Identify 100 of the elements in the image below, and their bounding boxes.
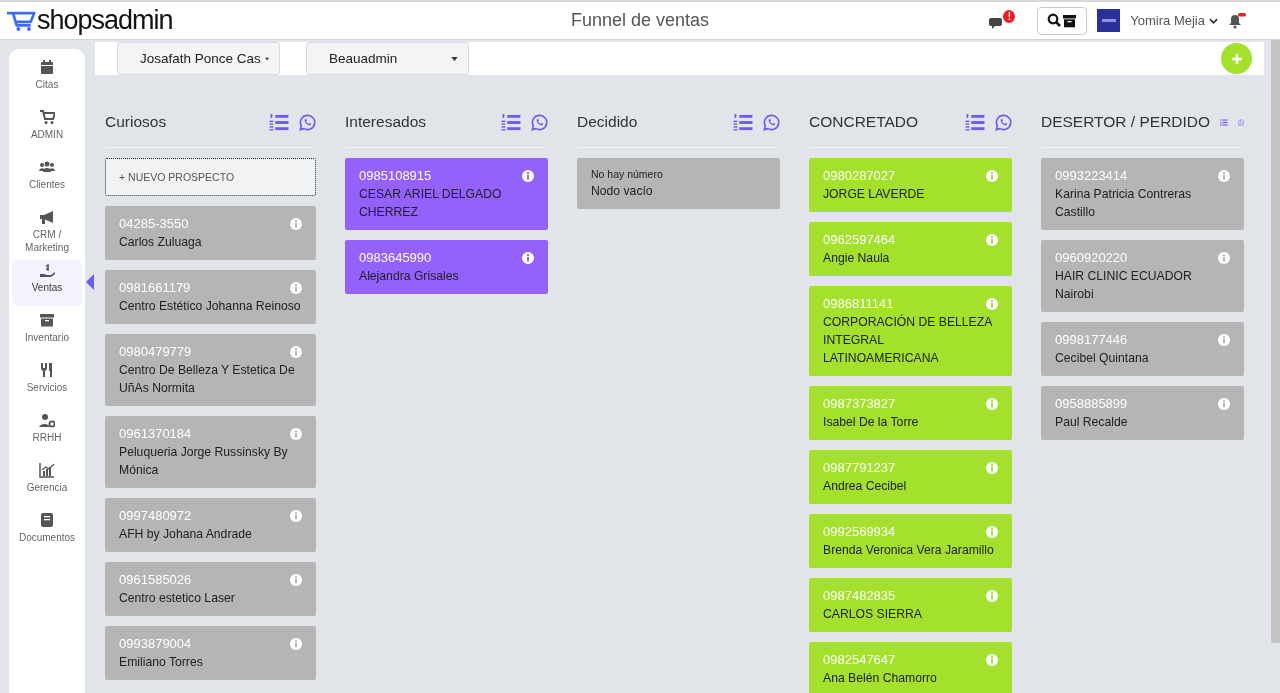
phone-number: 0961370184 [119, 426, 192, 441]
lead-card[interactable]: 0961370184 Peluqueria Jorge Russinsky By Mónica [105, 416, 316, 488]
info-icon[interactable] [522, 169, 534, 182]
lead-card[interactable]: 0998177446 Cecibel Quintana [1041, 322, 1244, 376]
lead-name: JORGE LAVERDE [823, 186, 926, 203]
lead-card[interactable]: 0993879004 Emiliano Torres [105, 626, 316, 680]
chevron-down-icon [1209, 17, 1218, 24]
info-icon[interactable] [290, 573, 302, 586]
cart-logo-icon [6, 9, 36, 32]
sidebar-item[interactable]: ADMIN [12, 107, 82, 153]
lead-name: CORPORACIÓN DE BELLEZA INTEGRAL LATINOAMERICANA [823, 313, 994, 367]
bell-icon[interactable] [1228, 12, 1246, 29]
lead-card[interactable]: 0961585026 Centro estetico Laser [105, 562, 316, 616]
sidebar-item[interactable]: Inventario [12, 310, 82, 356]
lead-card[interactable]: 0982547647 Ana Belén Chamorro [809, 642, 1012, 693]
lead-card[interactable]: No hay número Nodo vacío [577, 158, 780, 209]
lead-card[interactable]: 0983645990 Alejandra Grisales [345, 240, 548, 294]
add-button[interactable] [1221, 43, 1252, 74]
lead-name: Centro Estético Johanna Reinoso [119, 298, 302, 315]
info-icon[interactable] [290, 345, 302, 358]
lead-card[interactable]: 0985108915 CESAR ARIEL DELGADO CHERREZ [345, 158, 548, 230]
phone-number: 0987482835 [823, 588, 896, 603]
sidebar-item[interactable]: CRM / Marketing [12, 207, 82, 256]
lead-card[interactable]: 0987791237 Andrea Cecibel [809, 450, 1012, 504]
lead-card[interactable]: 0993223414 Karina Patricia Contreras Castillo [1041, 158, 1244, 230]
whatsapp-icon[interactable] [531, 113, 548, 131]
lead-name: Alejandra Grisales [359, 268, 460, 285]
hand-icon [39, 262, 55, 278]
lead-name: Paul Recalde [1055, 414, 1129, 431]
info-icon[interactable] [290, 509, 302, 522]
users-icon [39, 159, 55, 175]
lead-card[interactable]: 0997480972 AFH by Johana Andrade [105, 498, 316, 552]
sidebar-item[interactable]: Servicios [12, 360, 82, 406]
sidebar-item[interactable]: Clientes [12, 157, 82, 203]
lead-name: Nodo vacío [591, 183, 654, 200]
info-icon[interactable] [290, 637, 302, 650]
column-title: CONCRETADO [809, 113, 920, 131]
lead-card[interactable]: 0962597464 Angie Naula [809, 222, 1012, 276]
info-icon[interactable] [1218, 169, 1230, 182]
search-archive-icon [1047, 12, 1078, 29]
numbered-list-icon[interactable] [733, 113, 753, 131]
lead-card[interactable]: 0986811141 CORPORACIÓN DE BELLEZA INTEGRAL LATINOAMERICANA [809, 286, 1012, 376]
lead-name: HAIR CLINIC ECUADOR Nairobi [1055, 268, 1193, 303]
new-prospect-button[interactable]: + NUEVO PROSPECTO [105, 158, 316, 196]
lead-name: Centro De Belleza Y Estetica De UñAs Normita [119, 362, 296, 397]
company-logo-avatar[interactable] [1097, 9, 1121, 32]
lead-card[interactable]: 0980479779 Centro De Belleza Y Estetica De UñAs Normita [105, 334, 316, 406]
phone-number: 0985108915 [359, 168, 432, 183]
phone-number: 0980479779 [119, 344, 192, 359]
sidebar-item[interactable]: Citas [12, 57, 82, 103]
lead-card[interactable]: 0960920220 HAIR CLINIC ECUADOR Nairobi [1041, 240, 1244, 312]
column-title: DESERTOR / PERDIDO [1041, 113, 1211, 131]
info-icon[interactable] [1218, 333, 1230, 346]
lead-name: Karina Patricia Contreras Castillo [1055, 186, 1193, 221]
lead-card[interactable]: 04285-3550 Carlos Zuluaga [105, 206, 316, 260]
lead-card[interactable]: 0987482835 CARLOS SIERRA [809, 578, 1012, 632]
numbered-list-icon[interactable] [965, 113, 985, 131]
numbered-list-icon[interactable] [269, 113, 289, 131]
lead-card[interactable]: 0987373827 Isabel De la Torre [809, 386, 1012, 440]
info-icon[interactable] [290, 217, 302, 230]
calendar-icon [39, 59, 55, 75]
lead-name: AFH by Johana Andrade [119, 526, 253, 543]
filter-dropdown[interactable]: Beauadmin [306, 42, 469, 75]
phone-number: 0993223414 [1055, 168, 1128, 183]
sidebar-item[interactable]: Gerencia [12, 460, 82, 506]
search-button[interactable] [1037, 6, 1088, 35]
phone-number: 0958885899 [1055, 396, 1128, 411]
sidebar-item[interactable]: RRHH [12, 410, 82, 456]
whatsapp-icon[interactable] [995, 113, 1012, 131]
lead-card[interactable]: 0958885899 Paul Recalde [1041, 386, 1244, 440]
page-title: Funnel de ventas [569, 10, 711, 31]
lead-name: Isabel De la Torre [823, 414, 920, 431]
megaphone-icon [39, 209, 55, 225]
lead-card[interactable]: 0980287027 JORGE LAVERDE [809, 158, 1012, 212]
info-icon[interactable] [290, 427, 302, 440]
info-icon[interactable] [1218, 397, 1230, 410]
book-icon [39, 512, 55, 528]
scrollbar[interactable] [1271, 40, 1280, 643]
lead-name: CESAR ARIEL DELGADO CHERREZ [359, 186, 503, 221]
sidebar-item[interactable]: Documentos [12, 510, 82, 556]
phone-number: 0980287027 [823, 168, 896, 183]
whatsapp-icon[interactable] [299, 113, 316, 131]
info-icon[interactable] [522, 251, 534, 264]
column-title: Interesados [345, 113, 427, 131]
utensils-icon [39, 362, 55, 378]
lead-card[interactable]: 0981661179 Centro Estético Johanna Reinoso [105, 270, 316, 324]
lead-name: Emiliano Torres [119, 654, 204, 671]
numbered-list-icon[interactable] [501, 113, 521, 131]
info-icon[interactable] [1218, 251, 1230, 264]
lead-name: Carlos Zuluaga [119, 234, 203, 251]
filter-dropdown[interactable]: Josafath Ponce Cas [117, 42, 280, 75]
lead-card[interactable]: 0992569934 Brenda Veronica Vera Jaramillo [809, 514, 1012, 568]
phone-number: 0993879004 [119, 636, 192, 651]
phone-number: 0961585026 [119, 572, 192, 587]
info-icon[interactable] [290, 281, 302, 294]
lead-name: Peluqueria Jorge Russinsky By Mónica [119, 444, 289, 479]
whatsapp-icon[interactable] [763, 113, 780, 131]
chart-icon [39, 462, 55, 478]
plus-icon [1230, 52, 1243, 65]
user-menu[interactable]: Yomira Mejia [1130, 13, 1218, 28]
